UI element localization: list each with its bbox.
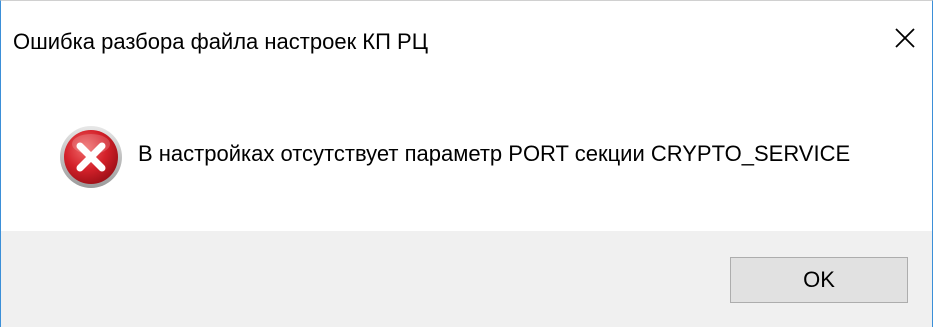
error-icon — [60, 126, 122, 188]
dialog-content: В настройках отсутствует параметр PORT с… — [1, 83, 932, 231]
error-message: В настройках отсутствует параметр PORT с… — [138, 141, 851, 166]
ok-button[interactable]: OK — [730, 257, 908, 303]
close-icon — [895, 28, 915, 48]
dialog-footer: OK — [1, 231, 932, 327]
close-button[interactable] — [886, 19, 924, 57]
dialog-title: Ошибка разбора файла настроек КП РЦ — [13, 29, 428, 54]
error-dialog: Ошибка разбора файла настроек КП РЦ В на… — [0, 0, 933, 327]
title-bar[interactable]: Ошибка разбора файла настроек КП РЦ — [1, 1, 932, 83]
